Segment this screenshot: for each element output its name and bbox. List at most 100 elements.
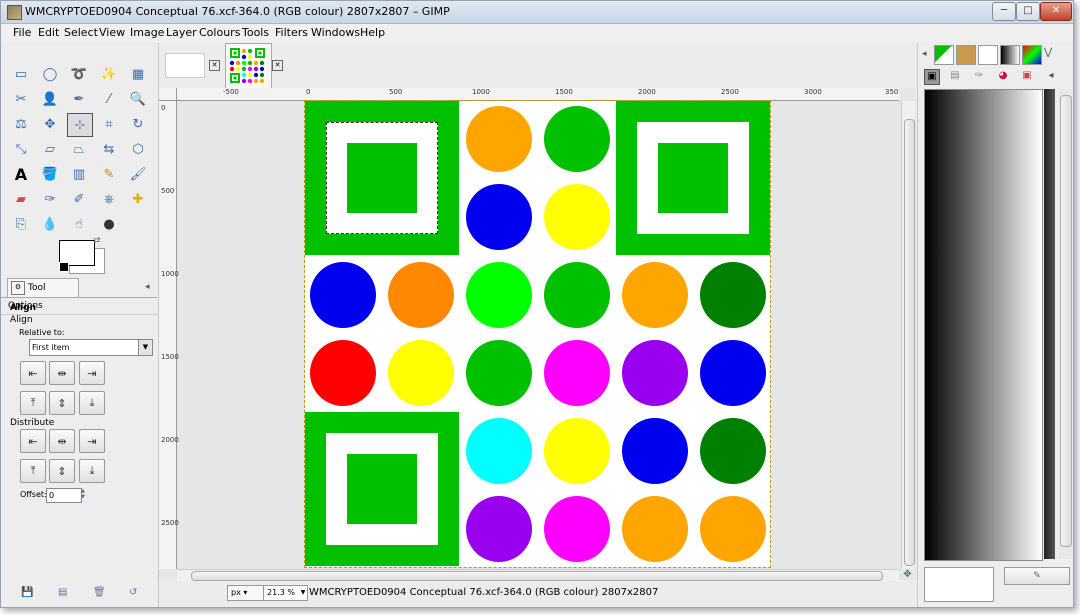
fuzzy-select-icon[interactable]: ✨ [97, 63, 121, 85]
brush-tab-icon[interactable]: ✑ [972, 69, 986, 83]
palettes-tab-icon[interactable] [1022, 45, 1042, 65]
color-circle[interactable] [466, 106, 532, 172]
color-circle[interactable] [466, 418, 532, 484]
unit-select[interactable]: px ▾ [227, 585, 264, 601]
offset-input[interactable]: 0 [46, 488, 82, 503]
color-picker-icon[interactable]: ⁄ [97, 88, 121, 110]
align-bottom-edge-button[interactable]: ⤓ [79, 391, 105, 415]
swap-colors-icon[interactable]: ⇄ [93, 236, 101, 246]
relative-to-select[interactable]: First item ▼ [29, 339, 153, 356]
scale-icon[interactable]: ⤡ [9, 138, 33, 160]
menu-edit[interactable]: Edit [38, 26, 59, 39]
align-tool-icon[interactable]: ⊹ [67, 113, 93, 137]
align-middle-v-button[interactable]: ⇕ [49, 391, 75, 415]
ink-icon[interactable]: ✐ [67, 188, 91, 210]
edit-button[interactable]: ✎ [1004, 567, 1070, 585]
blur-icon[interactable]: 💧 [38, 213, 62, 235]
menu-filters[interactable]: Filters [275, 26, 308, 39]
distribute-left-button[interactable]: ⇤ [20, 429, 46, 453]
dock-scrollbar[interactable] [1059, 89, 1072, 559]
perspective-icon[interactable]: ⏢ [67, 138, 91, 160]
text-tool-icon[interactable]: A [9, 163, 33, 185]
tool-options-tab[interactable]: ⚙ Tool Options [7, 278, 79, 311]
select-by-color-icon[interactable]: ▦ [126, 63, 150, 85]
scroll-thumb[interactable] [904, 119, 915, 566]
scroll-thumb[interactable] [1060, 95, 1072, 547]
menu-colours[interactable]: Colours [199, 26, 240, 39]
menu-layer[interactable]: Layer [166, 26, 197, 39]
green-square[interactable] [616, 101, 770, 255]
distribute-middle-v-button[interactable]: ⇕ [49, 459, 75, 483]
close-tab-icon[interactable]: ✕ [272, 60, 283, 71]
save-options-icon[interactable]: 💾 [21, 587, 33, 599]
color-circle[interactable] [622, 418, 688, 484]
stamp-tab-icon[interactable]: ▤ [948, 69, 962, 83]
color-circle[interactable] [700, 418, 766, 484]
color-circle[interactable] [466, 340, 532, 406]
color-circle[interactable] [622, 262, 688, 328]
rect-select-icon[interactable]: ▭ [9, 63, 33, 85]
cage-transform-icon[interactable]: ⬡ [126, 138, 150, 160]
channels-tab-icon[interactable] [934, 45, 954, 65]
color-circle[interactable] [544, 262, 610, 328]
distribute-center-h-button[interactable]: ⇹ [49, 429, 75, 453]
navigate-icon[interactable]: ✥ [901, 569, 914, 580]
shear-icon[interactable]: ▱ [38, 138, 62, 160]
color-circle[interactable] [466, 262, 532, 328]
menu-image[interactable]: Image [130, 26, 164, 39]
color-circle[interactable] [622, 340, 688, 406]
distribute-top-button[interactable]: ⤒ [20, 459, 46, 483]
ruler-corner-icon[interactable] [159, 88, 177, 101]
menu-tools[interactable]: Tools [242, 26, 269, 39]
color-circle[interactable] [466, 184, 532, 250]
delete-options-icon[interactable]: 🗑 [93, 587, 106, 599]
menu-view[interactable]: View [99, 26, 125, 39]
color-circle[interactable] [544, 340, 610, 406]
image-tab-2[interactable] [225, 43, 272, 88]
menu-select[interactable]: Select [64, 26, 98, 39]
color-circle[interactable] [388, 340, 454, 406]
zoom-select[interactable]: 21.3 % ▼ [263, 585, 308, 601]
measure-icon[interactable]: ⚖ [9, 113, 33, 135]
color-circle[interactable] [544, 106, 610, 172]
move-icon[interactable]: ✥ [38, 113, 62, 135]
rotate-icon[interactable]: ↻ [126, 113, 150, 135]
paths-icon[interactable]: ✒ [67, 88, 91, 110]
ellipse-select-icon[interactable]: ◯ [38, 63, 62, 85]
image-canvas[interactable] [304, 100, 771, 568]
horizontal-scrollbar[interactable] [177, 569, 899, 581]
color-circle[interactable] [310, 340, 376, 406]
minimize-button[interactable]: ─ [992, 2, 1016, 21]
align-top-edge-button[interactable]: ⤒ [20, 391, 46, 415]
foreground-select-icon[interactable]: 👤 [38, 88, 62, 110]
pencil-icon[interactable]: ✎ [97, 163, 121, 185]
color-circle[interactable] [544, 496, 610, 562]
brush-preview[interactable] [924, 567, 994, 602]
scissors-select-icon[interactable]: ✂ [9, 88, 33, 110]
bucket-fill-icon[interactable]: 🪣 [38, 163, 62, 185]
green-square[interactable] [305, 412, 459, 566]
dodge-burn-icon[interactable]: ● [97, 213, 121, 235]
horizontal-ruler[interactable]: -500 0 500 1000 1500 2000 2500 3000 350 [177, 88, 899, 101]
smudge-icon[interactable]: ☝ [67, 213, 91, 235]
reset-options-icon[interactable]: ↺ [129, 587, 141, 599]
more-tabs-icon[interactable]: ⋁ [1044, 47, 1052, 58]
color-circle[interactable] [310, 262, 376, 328]
gradient-preview[interactable] [924, 89, 1043, 561]
clone-icon[interactable]: ⎈ [97, 188, 121, 210]
color-circle[interactable] [700, 340, 766, 406]
paths-tab-icon[interactable] [956, 45, 976, 65]
perspective-clone-icon[interactable]: ⎘ [9, 213, 33, 235]
brushes-tab-icon[interactable] [978, 45, 998, 65]
menu-windows[interactable]: Windows [311, 26, 360, 39]
fg-bg-colors[interactable]: ⇄ [59, 236, 105, 274]
color-circle[interactable] [466, 496, 532, 562]
color-history-tab-icon[interactable]: ◕ [996, 69, 1010, 83]
color-circle[interactable] [544, 184, 610, 250]
layers-tab-icon[interactable]: ▣ [924, 69, 940, 85]
distribute-bottom-button[interactable]: ⤓ [79, 459, 105, 483]
menu-help[interactable]: Help [360, 26, 385, 39]
color-dialog-tab-icon[interactable]: ▣ [1020, 69, 1034, 83]
flip-icon[interactable]: ⇆ [97, 138, 121, 160]
free-select-icon[interactable]: ➰ [67, 63, 91, 85]
